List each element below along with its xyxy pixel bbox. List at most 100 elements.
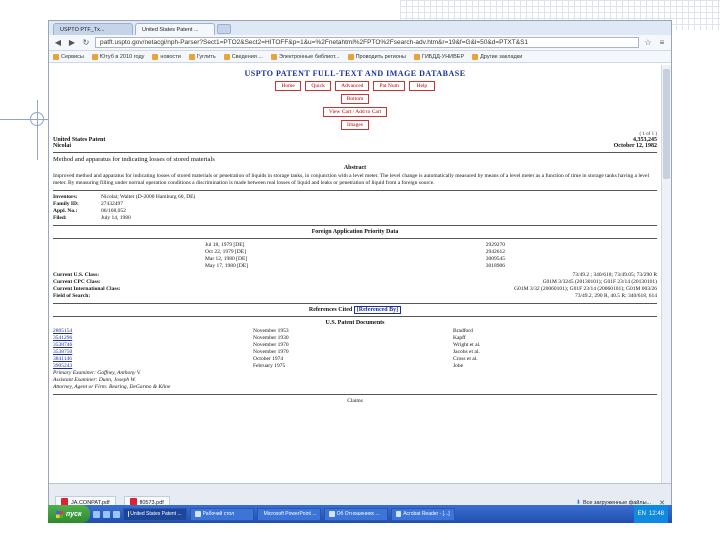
ref-date: February 1975 <box>253 363 286 369</box>
bookmark-icon <box>53 53 59 60</box>
referenced-by-button[interactable]: [Referenced By] <box>353 306 402 314</box>
start-label: пуск <box>66 510 82 518</box>
app-icon <box>395 511 402 517</box>
divider <box>53 225 657 226</box>
ref-patent-link[interactable]: 3841146 <box>53 356 253 363</box>
ref-patent-link[interactable]: 3538750 <box>53 349 253 356</box>
database-header: USPTO PATENT FULL-TEXT AND IMAGE DATABAS… <box>244 69 466 78</box>
ref-date: November 1953 <box>253 328 289 334</box>
quicklaunch-icon[interactable] <box>92 510 100 518</box>
bookmark-item[interactable]: Гуглить <box>188 53 216 60</box>
forward-icon[interactable]: ▶ <box>67 38 77 47</box>
bookmark-item[interactable]: Электронные библиот... <box>270 53 340 60</box>
address-bar[interactable]: patft.uspto.gov/netacgi/nph-Parser?Sect1… <box>95 37 639 48</box>
cart-button[interactable]: View Cart / Add to Cart <box>322 107 388 117</box>
bookmarks-bar: Сервисы Ютуб в 2010 году новости Гуглить… <box>49 51 671 63</box>
class-key: Current U.S. Class: <box>53 272 100 278</box>
taskbar-button[interactable]: Рабочий стол <box>189 507 254 521</box>
examiner-block: Primary Examiner: Gaffney, Anthony V. As… <box>53 370 657 391</box>
quicklaunch-icon[interactable] <box>112 510 120 518</box>
images-button[interactable]: Images <box>341 120 369 130</box>
abstract-heading: Abstract <box>343 165 367 171</box>
detail-key: Inventors: <box>53 194 78 200</box>
detail-key: Family ID: <box>53 201 79 207</box>
tab-bar: USPTO PTF_Tx... United States Patent ... <box>49 21 671 35</box>
clock: 12:48 <box>648 511 664 517</box>
bookmark-item[interactable]: новости <box>152 53 181 60</box>
ref-patent-link[interactable]: 3538746 <box>53 342 253 349</box>
ref-name: Wright et al. <box>453 342 481 348</box>
bookmark-item[interactable]: Сведения ... <box>223 53 263 60</box>
scrollbar-thumb[interactable] <box>663 69 670 179</box>
browser-tab-active[interactable]: United States Patent ... <box>135 23 215 35</box>
star-icon[interactable]: ☆ <box>643 38 653 47</box>
bookmark-item[interactable]: Ютуб в 2010 году <box>91 53 144 60</box>
priority-number: 3009545 <box>485 256 505 262</box>
ref-name: Jacobs et al. <box>453 349 480 355</box>
back-icon[interactable]: ◀ <box>53 38 63 47</box>
nav-buttons-row: Home Quick Advanced Pat Num Help <box>53 81 657 91</box>
foreign-priority-heading: Foreign Application Priority Data <box>311 229 399 235</box>
ref-date: November 1930 <box>253 335 289 341</box>
quicklaunch-icon[interactable] <box>102 510 110 518</box>
slide-decor-circle <box>30 112 44 126</box>
taskbar-button[interactable]: Acrobat Reader - [...] <box>390 507 455 521</box>
bookmark-item[interactable]: Проводить регионы <box>347 53 406 60</box>
bookmark-icon <box>347 53 354 60</box>
taskbar-button[interactable]: Microsoft PowerPoint ... <box>256 507 321 521</box>
ref-name: Kapff <box>453 335 466 341</box>
priority-date: Jul 18, 1979 [DE] <box>205 242 245 248</box>
ref-patent-link[interactable]: 2805154 <box>53 328 253 335</box>
patent-title: Method and apparatus for indicating loss… <box>53 156 215 163</box>
ref-name: Cross et al. <box>453 356 478 362</box>
assistant-examiner: Assistant Examiner: Dunn, Joseph W. <box>53 377 136 383</box>
ref-date: November 1970 <box>253 342 289 348</box>
inventor-short: Nicolai <box>53 143 71 149</box>
class-value: G01M 3/3245 (20130101); G01F 23/14 (2013… <box>542 279 657 285</box>
bookmark-icon <box>152 53 159 60</box>
divider <box>53 190 657 191</box>
classification-table: Current U.S. Class: 73/49.2 ; 340/618; 73… <box>53 272 657 300</box>
ref-patent-link[interactable]: 3905243 <box>53 363 253 370</box>
abstract-text: Improved method and apparatus for indica… <box>53 173 650 186</box>
taskbar-button[interactable]: Об Отношениях ... <box>323 507 388 521</box>
language-indicator[interactable]: EN <box>638 511 646 517</box>
priority-date: Oct 22, 1979 [DE] <box>205 249 246 255</box>
priority-date: May 17, 1980 [DE] <box>205 263 249 269</box>
taskbar-button[interactable]: United States Patent ... <box>122 507 187 521</box>
detail-key: Appl. No.: <box>53 208 78 214</box>
references-label: References Cited <box>308 307 353 313</box>
references-heading: References Cited [Referenced By] <box>53 306 657 314</box>
bookmark-item[interactable]: ГИБДД-УНИВЕР <box>413 53 464 60</box>
divider <box>53 303 657 304</box>
bottom-button[interactable]: Bottom <box>340 94 370 104</box>
bookmark-icon <box>91 53 98 60</box>
bookmark-icon <box>188 53 195 60</box>
quick-button[interactable]: Quick <box>305 81 332 91</box>
bookmark-item[interactable]: Сервисы <box>53 53 84 60</box>
vertical-scrollbar[interactable] <box>661 65 671 483</box>
browser-tab[interactable]: USPTO PTF_Tx... <box>53 23 133 35</box>
nav-buttons-row: View Cart / Add to Cart <box>53 107 657 117</box>
reload-icon[interactable]: ↻ <box>81 38 91 47</box>
patent-page: USPTO PATENT FULL-TEXT AND IMAGE DATABAS… <box>49 65 661 483</box>
home-button[interactable]: Home <box>275 81 302 91</box>
divider <box>53 238 657 239</box>
pat-num-button[interactable]: Pat Num <box>373 81 405 91</box>
ref-patent-link[interactable]: 3541296 <box>53 335 253 342</box>
advanced-button[interactable]: Advanced <box>335 81 370 91</box>
class-key: Current International Class: <box>53 286 121 292</box>
menu-icon[interactable]: ≡ <box>657 38 667 47</box>
slide-decor-line <box>37 100 38 160</box>
divider <box>53 316 657 317</box>
new-tab-button[interactable] <box>217 24 231 34</box>
details-table: Inventors: Nicolai; Walter (D-2000 Hambur… <box>53 194 657 222</box>
folder-icon <box>472 53 479 60</box>
class-key: Current CPC Class: <box>53 279 101 285</box>
start-button[interactable]: пуск <box>48 505 90 523</box>
help-button[interactable]: Help <box>408 81 435 91</box>
app-icon <box>328 511 335 517</box>
bookmark-item-other[interactable]: Другие закладки <box>472 53 522 60</box>
priority-number: 3018906 <box>485 263 505 269</box>
bookmark-icon <box>270 53 277 60</box>
